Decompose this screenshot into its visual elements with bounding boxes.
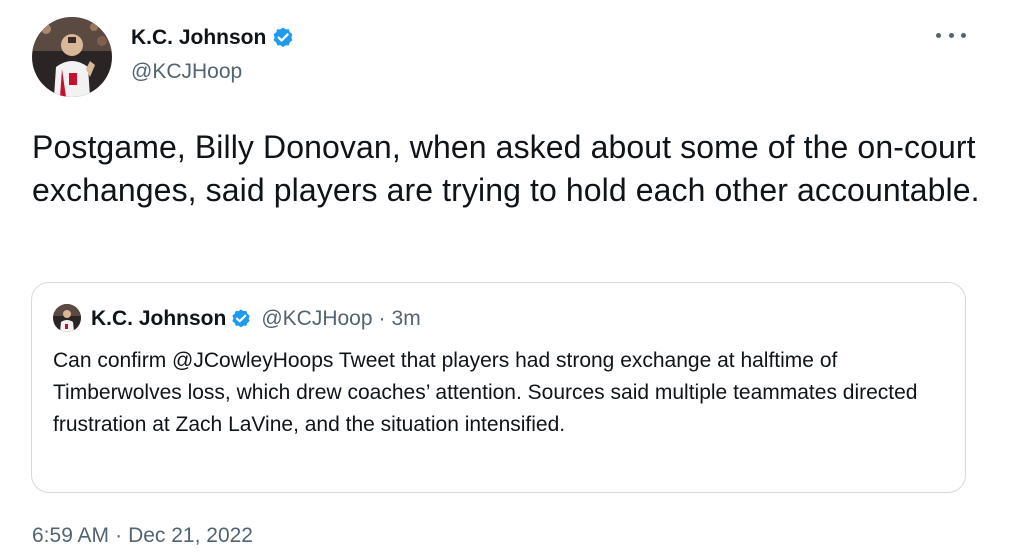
quoted-author-name: K.C. Johnson (91, 307, 227, 330)
author-name-row[interactable]: K.C. Johnson (131, 24, 295, 52)
author-handle[interactable]: @KCJHoop (131, 58, 242, 86)
author-avatar[interactable] (32, 17, 112, 97)
tweet-text: Postgame, Billy Donovan, when asked abou… (32, 129, 980, 208)
quoted-author-avatar (53, 304, 81, 332)
verified-badge-icon (271, 26, 295, 50)
quoted-separator: · (378, 307, 386, 330)
quoted-tweet-header: K.C. Johnson @KCJHoop · 3m (91, 304, 421, 334)
quoted-tweet-time: 3m (391, 307, 421, 330)
tweet-date[interactable]: Dec 21, 2022 (128, 524, 253, 547)
quoted-author-handle: @KCJHoop (261, 307, 373, 330)
quoted-tweet[interactable]: K.C. Johnson @KCJHoop · 3m Can confirm @… (31, 282, 966, 493)
tweet-time[interactable]: 6:59 AM (32, 524, 109, 547)
timestamp-separator: · (115, 524, 123, 547)
author-name[interactable]: K.C. Johnson (131, 24, 266, 52)
tweet-card: K.C. Johnson @KCJHoop Postgame, Billy Do… (0, 0, 1024, 557)
tweet-timestamp[interactable]: 6:59 AM · Dec 21, 2022 (32, 522, 253, 550)
more-options-icon[interactable] (936, 26, 966, 44)
quoted-tweet-text: Can confirm @JCowleyHoops Tweet that pla… (53, 349, 918, 436)
verified-badge-icon (230, 308, 252, 330)
